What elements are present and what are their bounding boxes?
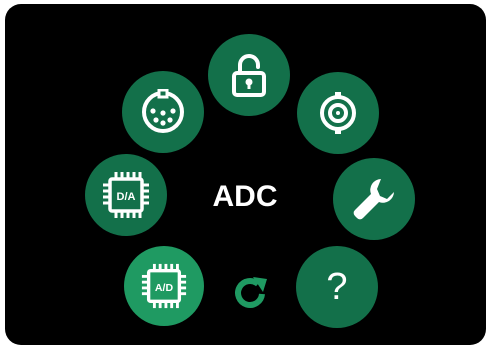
refresh-icon	[235, 277, 267, 308]
wrench-icon	[353, 179, 394, 220]
bnc-connector-button[interactable]	[297, 72, 379, 154]
dac-chip-icon: D/A	[103, 172, 149, 218]
lock-icon	[232, 54, 266, 97]
din-connector-icon	[142, 89, 184, 133]
adc-chip-label: A/D	[155, 282, 174, 294]
refresh-button[interactable]	[229, 271, 273, 315]
adc-chip-icon: A/D	[141, 263, 187, 309]
lock-button[interactable]	[208, 34, 290, 116]
question-icon: ?	[326, 266, 348, 308]
dac-chip-label: D/A	[117, 191, 136, 203]
device-screen: D/A ADC A/D ?	[5, 4, 486, 345]
bnc-connector-icon	[320, 92, 356, 134]
adc-button[interactable]: A/D	[124, 246, 204, 326]
settings-button[interactable]	[333, 158, 415, 240]
din-connector-button[interactable]	[122, 71, 204, 153]
dac-button[interactable]: D/A	[85, 154, 167, 236]
help-button[interactable]: ?	[296, 246, 378, 328]
selected-mode-label: ADC	[212, 180, 278, 213]
